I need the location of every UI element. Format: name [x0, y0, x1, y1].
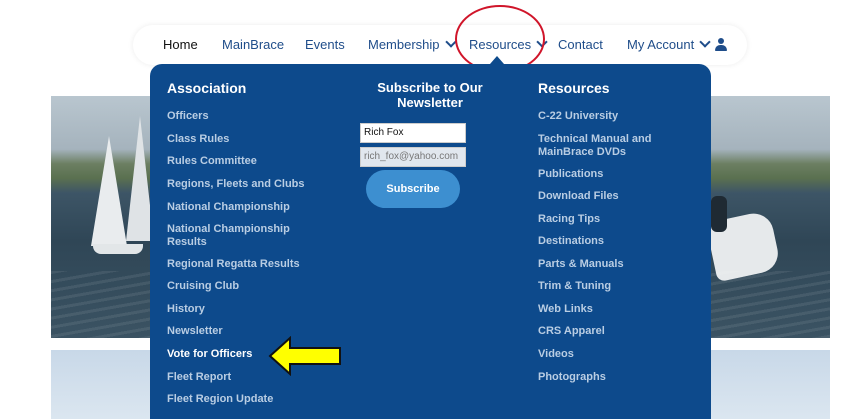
menu-link-class-rules[interactable]: Class Rules	[167, 133, 229, 146]
subscribe-heading: Subscribe to Our Newsletter	[377, 80, 483, 110]
nav-membership-label: Membership	[368, 37, 440, 52]
nav-home[interactable]: Home	[163, 37, 198, 52]
menu-link-regional-regatta[interactable]: Regional Regatta Results	[167, 258, 300, 271]
menu-link-fleet-region-update[interactable]: Fleet Region Update	[167, 393, 273, 406]
email-input[interactable]: rich_fox@yahoo.com	[360, 147, 466, 167]
menu-link-parts-manuals[interactable]: Parts & Manuals	[538, 258, 624, 271]
nav-my-account-label: My Account	[627, 37, 695, 52]
arrow-annotation-icon	[268, 336, 341, 376]
menu-link-crs-apparel[interactable]: CRS Apparel	[538, 325, 605, 338]
menu-link-vote-for-officers[interactable]: Vote for Officers	[167, 348, 252, 361]
boat-hull-image	[93, 244, 143, 254]
menu-link-cruising-club[interactable]: Cruising Club	[167, 280, 239, 293]
menu-link-web-links[interactable]: Web Links	[538, 303, 593, 316]
sail-image	[91, 136, 127, 246]
menu-link-newsletter[interactable]: Newsletter	[167, 325, 223, 338]
name-input[interactable]: Rich Fox	[360, 123, 466, 143]
chevron-down-icon	[699, 36, 711, 48]
subscribe-button[interactable]: Subscribe	[366, 170, 460, 208]
menu-link-championship-results[interactable]: National Championship Results	[167, 223, 302, 249]
top-nav: Home MainBrace Events Membership Resourc…	[133, 25, 747, 65]
menu-link-photographs[interactable]: Photographs	[538, 371, 606, 384]
menu-link-download-files[interactable]: Download Files	[538, 190, 619, 203]
menu-link-racing-tips[interactable]: Racing Tips	[538, 213, 600, 226]
resources-mega-menu: Association Officers Class Rules Rules C…	[150, 64, 711, 419]
menu-link-officers[interactable]: Officers	[167, 110, 209, 123]
menu-link-publications[interactable]: Publications	[538, 168, 603, 181]
menu-link-c22-university[interactable]: C-22 University	[538, 110, 618, 123]
menu-link-destinations[interactable]: Destinations	[538, 235, 604, 248]
menu-link-rules-committee[interactable]: Rules Committee	[167, 155, 257, 168]
nav-membership[interactable]: Membership	[368, 36, 457, 52]
association-heading: Association	[167, 80, 247, 96]
menu-pointer	[490, 56, 504, 64]
nav-my-account[interactable]: My Account	[627, 36, 711, 52]
menu-link-trim-tuning[interactable]: Trim & Tuning	[538, 280, 611, 293]
menu-link-videos[interactable]: Videos	[538, 348, 574, 361]
user-icon-body	[715, 45, 727, 51]
menu-link-history[interactable]: History	[167, 303, 205, 316]
nav-events[interactable]: Events	[305, 37, 345, 52]
menu-link-regions[interactable]: Regions, Fleets and Clubs	[167, 178, 305, 191]
nav-mainbrace[interactable]: MainBrace	[222, 37, 284, 52]
resources-heading: Resources	[538, 80, 610, 96]
nav-contact[interactable]: Contact	[558, 37, 603, 52]
user-icon[interactable]	[715, 38, 727, 52]
menu-link-technical-manual[interactable]: Technical Manual and MainBrace DVDs	[538, 133, 668, 159]
sailor-image	[711, 196, 727, 232]
menu-link-national-championship[interactable]: National Championship	[167, 201, 290, 214]
menu-link-fleet-report[interactable]: Fleet Report	[167, 371, 231, 384]
user-icon-head	[718, 38, 724, 44]
